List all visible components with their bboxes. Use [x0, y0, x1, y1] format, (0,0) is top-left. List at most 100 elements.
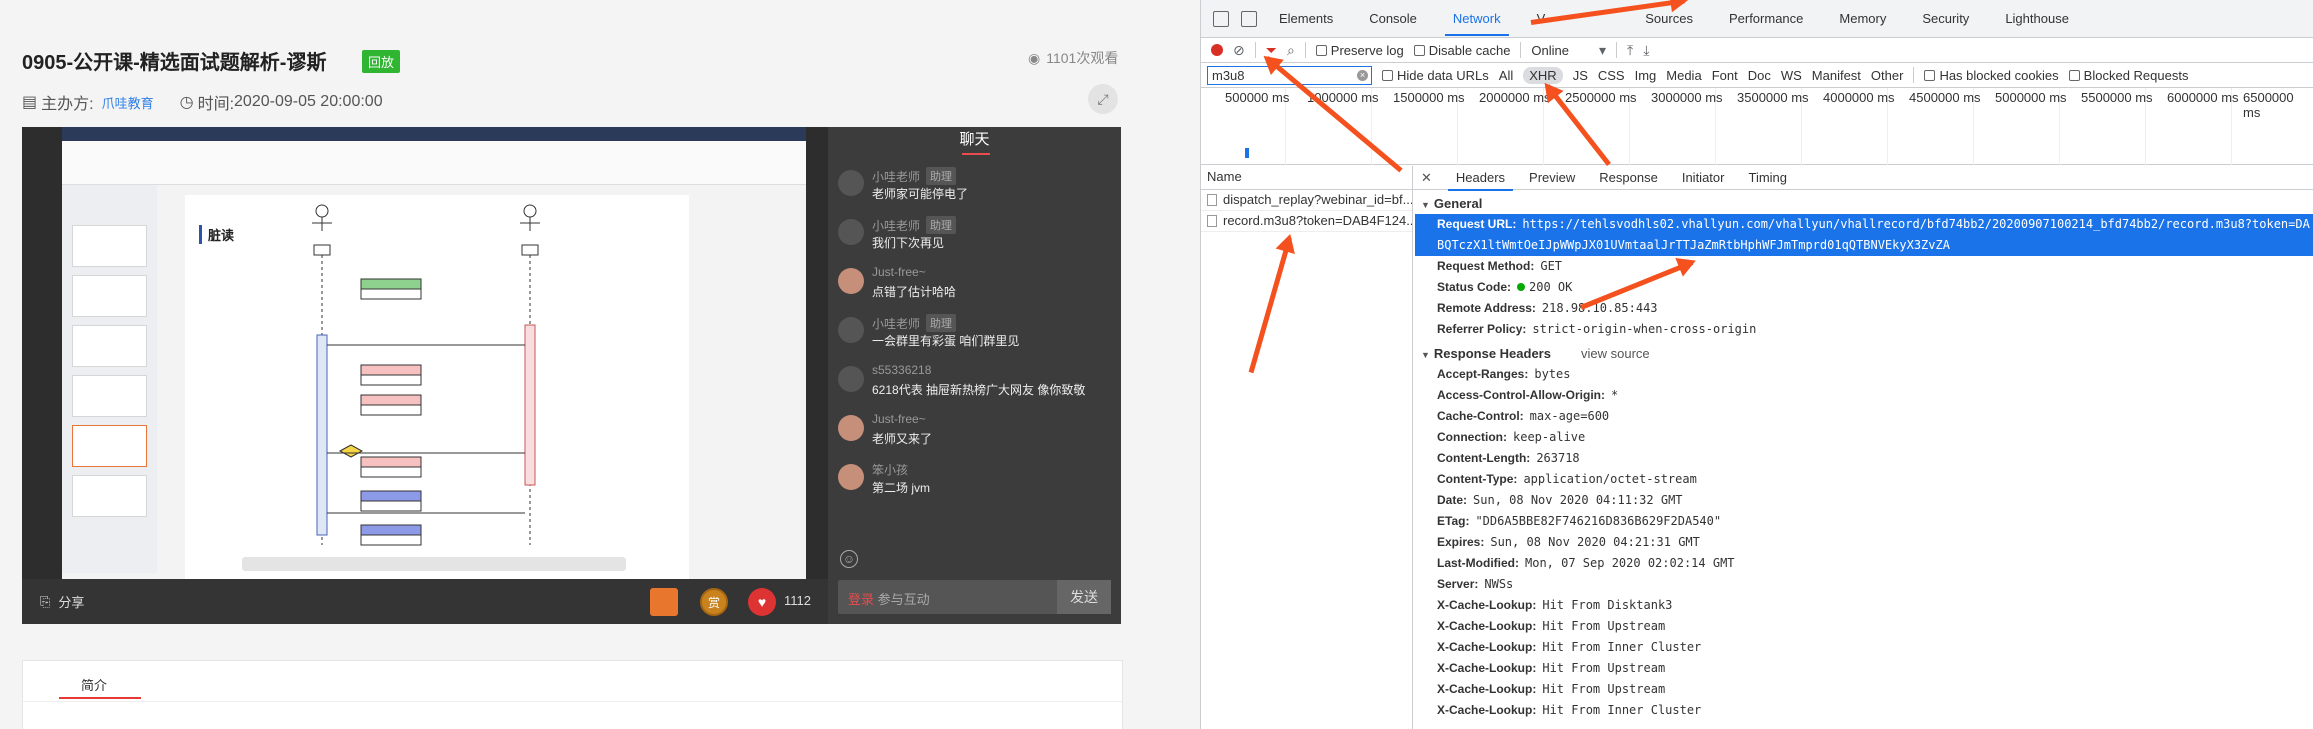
request-row-selected[interactable]: record.m3u8?token=DAB4F124... [1201, 211, 1412, 232]
view-source-link[interactable]: view source [1581, 346, 1650, 361]
clear-icon[interactable]: ⊘ [1233, 42, 1245, 59]
tab-response[interactable]: Response [1599, 170, 1658, 185]
heart-icon[interactable]: ♥ [748, 588, 776, 616]
tab-elements[interactable]: Elements [1279, 11, 1333, 26]
response-headers-section-header[interactable]: ▼ Response Headers view source [1413, 344, 2313, 364]
has-blocked-cookies-checkbox[interactable]: Has blocked cookies [1924, 68, 2059, 83]
filter-type-font[interactable]: Font [1712, 68, 1738, 83]
filter-type-js[interactable]: JS [1573, 68, 1588, 83]
login-link[interactable]: 登录 [848, 592, 874, 607]
request-url[interactable]: Request URL: https://tehlsvodhls02.vhally… [1415, 214, 2313, 256]
view-count-text: 1101次观看 [1046, 50, 1119, 66]
filter-type-all[interactable]: All [1499, 68, 1513, 83]
avatar [838, 219, 864, 245]
filter-type-xhr[interactable]: XHR [1523, 66, 1563, 84]
response-header-row: Last-Modified: Mon, 07 Sep 2020 02:02:14 … [1437, 556, 1735, 570]
tab-memory[interactable]: Memory [1839, 11, 1886, 26]
inspect-icon[interactable] [1213, 10, 1229, 27]
avatar [838, 415, 864, 441]
network-filter-bar: m3u8 × Hide data URLs All XHR JS CSS Img… [1201, 63, 2313, 88]
general-row: Remote Address: 218.98.10.85:443 [1437, 301, 1658, 315]
filter-type-other[interactable]: Other [1871, 68, 1904, 83]
slide-thumbnail [72, 475, 147, 517]
course-page: 0905-公开课-精选面试题解析-谬斯 回放 ◉ 1101次观看 ▤ 主办方: … [0, 0, 1200, 729]
reward-button[interactable]: 赏 [700, 588, 728, 616]
send-button[interactable]: 发送 [1057, 580, 1111, 614]
chat-messages: 小哇老师 助理 老师家可能停电了 小哇老师 助理 我们下次再见 Just-free~… [838, 165, 1113, 508]
blocked-requests-checkbox[interactable]: Blocked Requests [2068, 68, 2188, 83]
filter-value: m3u8 [1212, 67, 1245, 83]
host-org-link[interactable]: 爪哇教育 [102, 93, 154, 112]
tab-performance[interactable]: Performance [1729, 11, 1803, 26]
close-icon[interactable]: ✕ [1421, 170, 1432, 186]
tab-intro[interactable]: 简介 [58, 675, 142, 699]
network-overview-timeline[interactable]: 500000 ms 1000000 ms 1500000 ms 2000000 … [1201, 88, 2313, 165]
video-player: 脏读 ⎘ 分享 赏 ♥ 1112 聊天 小哇老师 助理 老师家可能停电了 小哇老… [22, 127, 1121, 624]
filter-type-doc[interactable]: Doc [1748, 68, 1771, 83]
preserve-log-checkbox[interactable]: Preserve log [1315, 43, 1404, 58]
export-icon[interactable]: ⤓ [1643, 42, 1649, 59]
tab-lighthouse[interactable]: Lighthouse [2005, 11, 2069, 26]
hide-data-urls-checkbox[interactable]: Hide data URLs [1382, 68, 1489, 83]
filter-type-ws[interactable]: WS [1781, 68, 1802, 83]
chat-message: 小哇老师 助理 一会群里有彩蛋 咱们群里见 [838, 312, 1113, 361]
request-row[interactable]: dispatch_replay?webinar_id=bf... [1201, 190, 1412, 211]
filter-type-media[interactable]: Media [1666, 68, 1701, 83]
chat-input[interactable]: 登录 参与互动 发送 [838, 580, 1111, 614]
chat-message: 小哇老师 助理 我们下次再见 [838, 214, 1113, 263]
filter-type-css[interactable]: CSS [1598, 68, 1625, 83]
tab-network[interactable]: Network [1444, 11, 1509, 36]
chat-title[interactable]: 聊天 [828, 127, 1121, 157]
divider [1616, 42, 1618, 58]
tab-timing[interactable]: Timing [1748, 170, 1787, 185]
response-header-row: X-Cache-Lookup: Hit From Inner Cluster [1437, 640, 1702, 654]
filter-type-img[interactable]: Img [1635, 68, 1657, 83]
share-button[interactable]: ⎘ 分享 [40, 592, 84, 611]
general-row: Status Code: 200 OK [1437, 280, 1573, 294]
device-toolbar-icon[interactable] [1241, 10, 1257, 27]
tab-sources[interactable]: Sources [1645, 11, 1693, 26]
chat-text: 我们下次再见 [872, 236, 945, 250]
emoji-icon[interactable]: ☺ [840, 550, 858, 568]
search-icon[interactable]: ⌕ [1287, 42, 1295, 59]
tab-initiator[interactable]: Initiator [1682, 170, 1725, 185]
name-column-header[interactable]: Name [1201, 166, 1412, 190]
chat-author: 小哇老师 [872, 316, 921, 331]
course-meta: ▤ 主办方: 爪哇教育 ◷ 时间: 2020-09-05 20:00:00 [22, 90, 383, 114]
timeline-label: 6000000 ms [2167, 90, 2239, 105]
response-header-row: Server: NWSs [1437, 577, 1514, 591]
response-header-row: Accept-Ranges: bytes [1437, 367, 1571, 381]
slide-app-ribbon [62, 141, 806, 185]
intro-section: 简介 [22, 660, 1123, 729]
tab-preview[interactable]: Preview [1529, 170, 1575, 185]
throttle-select[interactable]: Online [1531, 43, 1569, 58]
tab-security[interactable]: Security [1922, 11, 1969, 26]
eye-icon: ◉ [1028, 49, 1041, 66]
disable-cache-checkbox[interactable]: Disable cache [1413, 43, 1510, 58]
filter-type-manifest[interactable]: Manifest [1812, 68, 1861, 83]
timeline-request-bar [1245, 148, 1249, 158]
gift-icon[interactable] [650, 588, 678, 616]
slide-canvas: 脏读 [185, 195, 689, 579]
slide-thumbnail [72, 325, 147, 367]
replay-badge: 回放 [362, 50, 401, 73]
fullscreen-button[interactable]: ⤢ [1088, 84, 1118, 114]
slide-thumbnail [72, 425, 147, 467]
response-header-row: X-Cache-Lookup: Hit From Inner Cluster [1437, 703, 1702, 717]
devtools-tabbar: Elements Console Network V Sources Perfo… [1201, 0, 2313, 38]
chat-message: 笨小孩 第二场 jvm [838, 459, 1113, 508]
devtools-panel: Elements Console Network V Sources Perfo… [1200, 0, 2313, 729]
general-section-header[interactable]: ▼ General [1413, 194, 2313, 214]
timeline-label: 4500000 ms [1909, 90, 1981, 105]
video-area[interactable]: 脏读 [22, 127, 828, 579]
record-icon[interactable] [1211, 44, 1223, 56]
clear-filter-icon[interactable]: × [1357, 69, 1368, 81]
slide-thumbnail [72, 375, 147, 417]
tab-console[interactable]: Console [1369, 11, 1417, 26]
import-icon[interactable]: ⤒ [1627, 42, 1633, 59]
like-count: 1112 [784, 593, 811, 608]
chat-message: Just-free~ 老师又来了 [838, 410, 1113, 459]
chevron-down-icon[interactable]: ▾ [1599, 42, 1606, 59]
tab-headers[interactable]: Headers [1447, 170, 1514, 191]
chat-panel: 聊天 小哇老师 助理 老师家可能停电了 小哇老师 助理 我们下次再见 Just-fr… [828, 127, 1121, 624]
